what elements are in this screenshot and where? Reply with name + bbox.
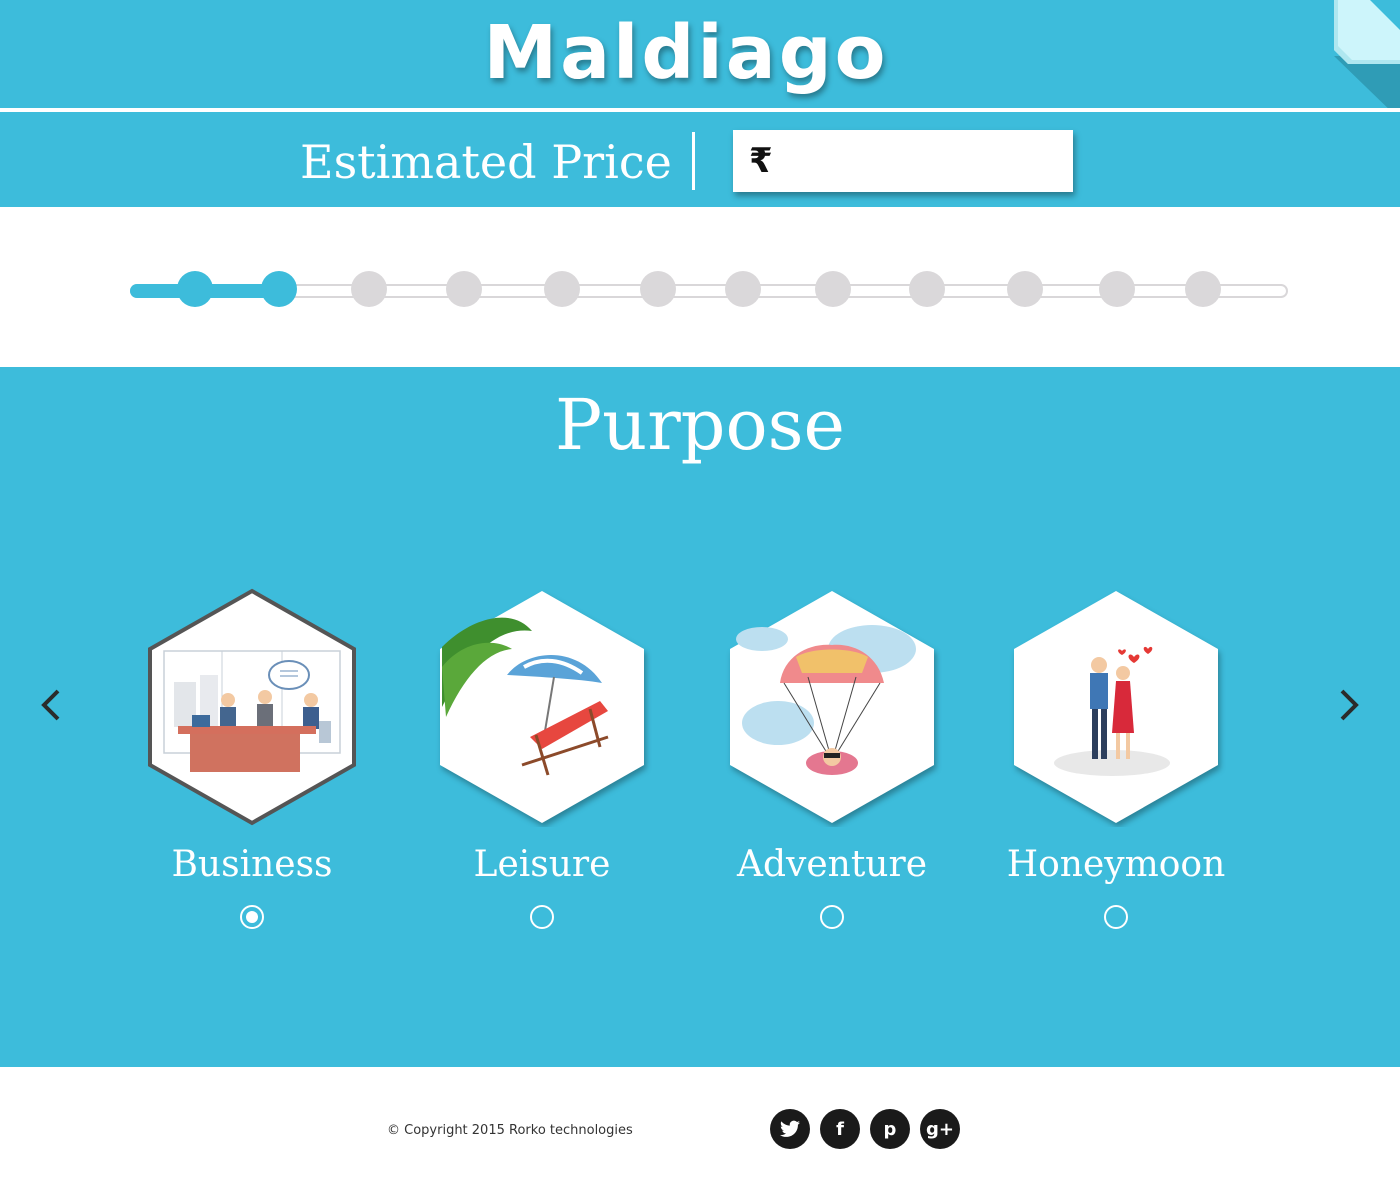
step-dot[interactable] bbox=[725, 271, 761, 307]
purpose-card-business[interactable]: Business bbox=[142, 587, 362, 929]
step-dot[interactable] bbox=[261, 271, 297, 307]
purpose-label: Adventure bbox=[736, 844, 928, 885]
step-dot[interactable] bbox=[640, 271, 676, 307]
paragliding-icon bbox=[730, 591, 934, 823]
step-dot[interactable] bbox=[544, 271, 580, 307]
purpose-radio-honeymoon[interactable] bbox=[1104, 905, 1128, 929]
chevron-right-icon[interactable] bbox=[1334, 685, 1364, 725]
purpose-label: Business bbox=[171, 844, 333, 885]
progress-stepper bbox=[0, 207, 1400, 367]
step-dot[interactable] bbox=[177, 271, 213, 307]
step-dot[interactable] bbox=[909, 271, 945, 307]
step-dot[interactable] bbox=[815, 271, 851, 307]
beach-chair-icon bbox=[440, 591, 644, 823]
step-dot[interactable] bbox=[1185, 271, 1221, 307]
price-separator bbox=[692, 132, 695, 190]
radio-selected-dot bbox=[246, 911, 258, 923]
header: Maldiago bbox=[0, 0, 1400, 120]
purpose-label: Leisure bbox=[473, 844, 611, 885]
step-dot[interactable] bbox=[1099, 271, 1135, 307]
purpose-card-adventure[interactable]: Adventure bbox=[722, 587, 942, 929]
purpose-radio-business[interactable] bbox=[240, 905, 264, 929]
rupee-icon: ₹ bbox=[749, 141, 773, 181]
step-dot[interactable] bbox=[446, 271, 482, 307]
brand-logo[interactable]: Maldiago bbox=[0, 8, 1372, 98]
purpose-section: Purpose Business Leisure Adventure Honey… bbox=[0, 367, 1400, 1067]
business-meeting-icon bbox=[148, 588, 356, 826]
purpose-label: Honeymoon bbox=[1006, 844, 1226, 885]
step-dot[interactable] bbox=[1007, 271, 1043, 307]
chevron-left-icon[interactable] bbox=[36, 685, 66, 725]
purpose-card-honeymoon[interactable]: Honeymoon bbox=[1006, 587, 1226, 929]
twitter-icon[interactable] bbox=[770, 1109, 810, 1149]
purpose-radio-adventure[interactable] bbox=[820, 905, 844, 929]
copyright-text: © Copyright 2015 Rorko technologies bbox=[387, 1123, 633, 1138]
estimated-price-field[interactable]: ₹ bbox=[733, 130, 1073, 192]
footer: © Copyright 2015 Rorko technologies f p … bbox=[0, 1067, 1400, 1188]
couple-icon bbox=[1014, 591, 1218, 823]
page-fold-icon[interactable] bbox=[1334, 0, 1400, 120]
google-plus-icon[interactable]: g+ bbox=[920, 1109, 960, 1149]
pinterest-icon[interactable]: p bbox=[870, 1109, 910, 1149]
step-dot[interactable] bbox=[351, 271, 387, 307]
purpose-card-leisure[interactable]: Leisure bbox=[432, 587, 652, 929]
price-bar: Estimated Price ₹ bbox=[0, 112, 1400, 207]
estimated-price-label: Estimated Price bbox=[300, 135, 672, 189]
facebook-icon[interactable]: f bbox=[820, 1109, 860, 1149]
section-title: Purpose bbox=[555, 384, 845, 466]
purpose-radio-leisure[interactable] bbox=[530, 905, 554, 929]
